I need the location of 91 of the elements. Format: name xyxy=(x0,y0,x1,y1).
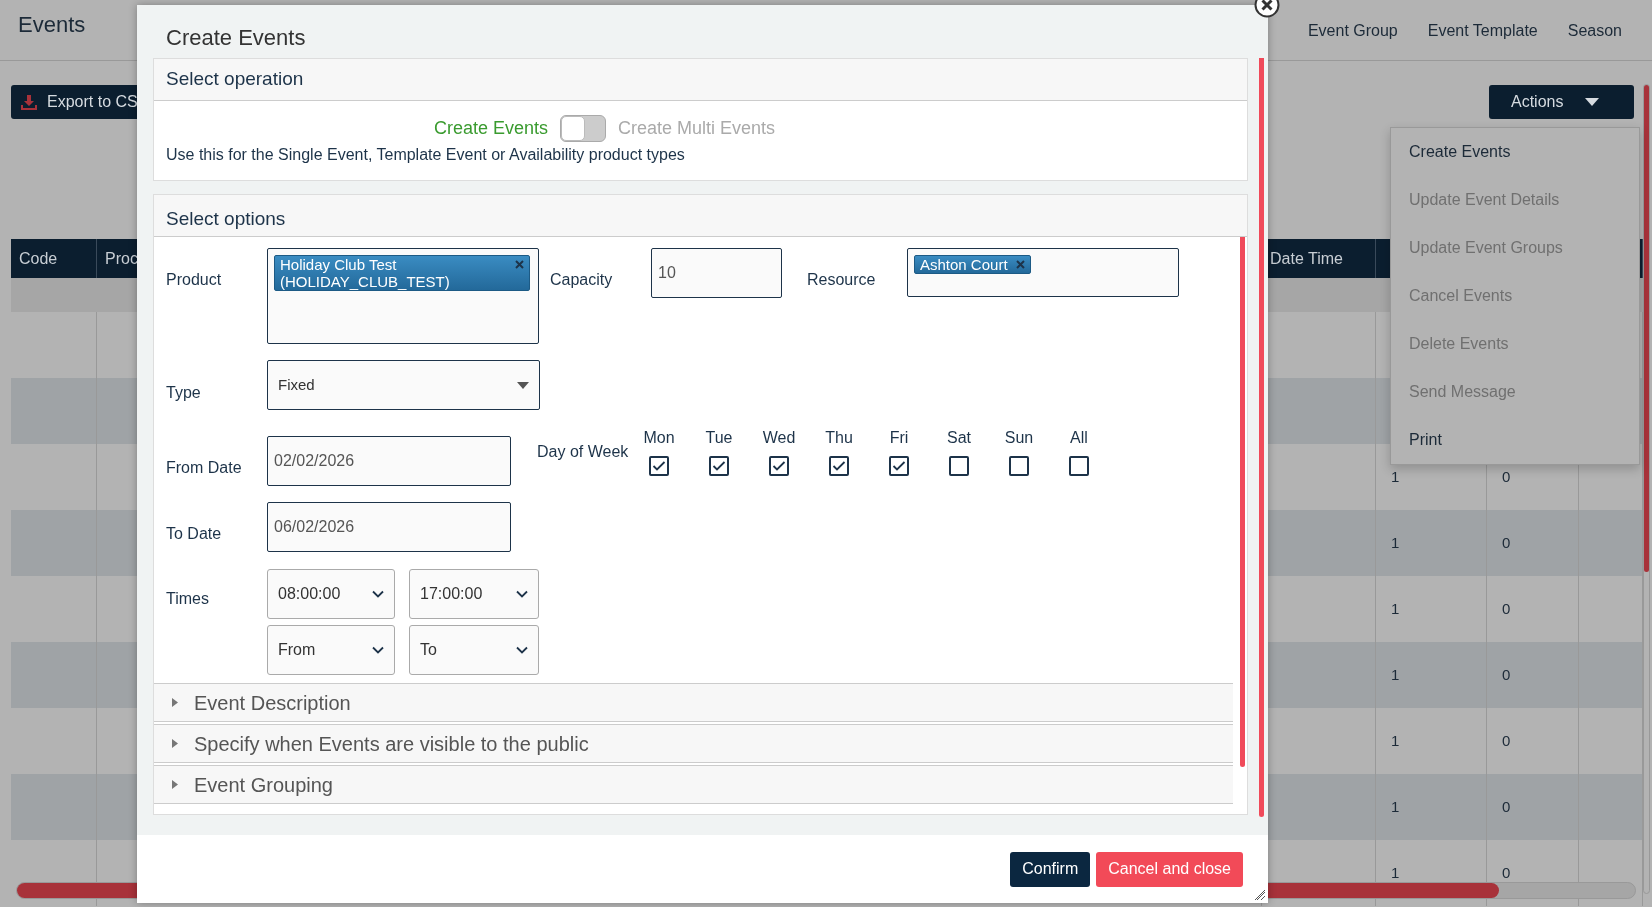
field-label: Times xyxy=(166,589,210,609)
field-label: Day of Week xyxy=(537,442,629,462)
day-checkbox[interactable] xyxy=(889,456,909,476)
field-label: Product xyxy=(166,270,223,290)
field-label: Capacity xyxy=(550,270,614,290)
text-input[interactable]: 10 xyxy=(651,248,782,298)
accordion-header[interactable]: Event Grouping xyxy=(154,765,1233,804)
table-cell-text: 0 xyxy=(1502,664,1511,685)
confirm-button[interactable]: Confirm xyxy=(1010,851,1091,887)
table-cell-text: 1 xyxy=(1391,598,1400,619)
remove-icon[interactable] xyxy=(515,260,524,269)
day-label: Wed xyxy=(762,428,796,448)
day-label: All xyxy=(1070,428,1088,448)
checkmark-icon xyxy=(892,460,906,472)
table-cell-text: 1 xyxy=(1391,796,1400,817)
caret-icon xyxy=(517,381,529,389)
table-cell-text: 1 xyxy=(1391,730,1400,751)
time-select[interactable]: 17:00:00 xyxy=(409,569,539,619)
dropdown-caret-icon xyxy=(372,590,384,598)
options-scrollbar[interactable] xyxy=(1240,237,1245,767)
type-select[interactable]: Fixed xyxy=(267,360,540,410)
text-input[interactable]: 06/02/2026 xyxy=(267,502,511,552)
caret-icon xyxy=(1585,98,1600,106)
checkmark-icon xyxy=(772,460,786,472)
operation-toggle[interactable] xyxy=(560,115,607,142)
day-label: Thu xyxy=(825,428,853,448)
expand-arrow-icon xyxy=(172,780,178,789)
nav-tab[interactable]: Season xyxy=(1567,19,1622,43)
field-label: Resource xyxy=(807,270,877,290)
table-cell-text: 0 xyxy=(1502,598,1511,619)
checkmark-icon xyxy=(652,460,666,472)
column-header[interactable]: Proc xyxy=(105,246,138,271)
table-cell-text: 1 xyxy=(1391,532,1400,553)
day-label: Tue xyxy=(705,428,733,448)
day-checkbox[interactable] xyxy=(949,456,969,476)
column-header[interactable]: Date Time xyxy=(1270,246,1343,271)
day-checkbox[interactable] xyxy=(829,456,849,476)
text-input[interactable]: 02/02/2026 xyxy=(267,436,511,486)
resize-grip-icon[interactable] xyxy=(1254,889,1266,901)
table-cell-text: 1 xyxy=(1391,664,1400,685)
product-multiselect[interactable]: Holiday Club Test (HOLIDAY_CLUB_TEST) xyxy=(267,248,539,344)
actions-button[interactable]: Actions xyxy=(1489,85,1634,119)
day-checkbox[interactable] xyxy=(649,456,669,476)
table-cell-text: 1 xyxy=(1391,466,1400,487)
tag-label: Ashton Court xyxy=(920,256,1008,273)
day-label: Fri xyxy=(889,428,909,448)
checkmark-icon xyxy=(832,460,846,472)
day-label: Sat xyxy=(947,428,971,448)
time-select[interactable]: From xyxy=(267,625,395,675)
accordion-header[interactable]: Specify when Events are visible to the public xyxy=(154,724,1233,763)
field-label: Type xyxy=(166,383,202,403)
toggle-option-label: Create Events xyxy=(434,117,549,140)
accordion-header[interactable]: Event Description xyxy=(154,683,1233,722)
day-label: Sun xyxy=(1004,428,1034,448)
nav-tab[interactable]: Event Group xyxy=(1307,19,1398,43)
operation-description: Use this for the Single Event, Template Event or Availability product types xyxy=(166,146,685,163)
day-checkbox[interactable] xyxy=(1009,456,1029,476)
dropdown-caret-icon xyxy=(516,646,528,654)
time-select[interactable]: To xyxy=(409,625,539,675)
cancel-button[interactable]: Cancel and close xyxy=(1096,851,1243,887)
dropdown-caret-icon xyxy=(516,590,528,598)
panel-heading: Select options xyxy=(166,206,286,231)
day-checkbox[interactable] xyxy=(769,456,789,476)
nav-tab[interactable]: Event Template xyxy=(1427,19,1538,43)
table-cell-text: 0 xyxy=(1502,532,1511,553)
column-header[interactable]: Code xyxy=(19,246,58,271)
table-cell-text: 0 xyxy=(1502,730,1511,751)
checkmark-icon xyxy=(712,460,726,472)
page-title: Events xyxy=(18,10,86,39)
table-cell-text: 0 xyxy=(1502,466,1511,487)
download-icon xyxy=(21,94,37,110)
expand-arrow-icon xyxy=(172,698,178,707)
remove-icon[interactable] xyxy=(1015,260,1025,269)
dialog-scrollbar[interactable] xyxy=(1259,58,1264,817)
day-checkbox[interactable] xyxy=(1069,456,1089,476)
dropdown-caret-icon xyxy=(372,646,384,654)
resource-multiselect[interactable]: Ashton Court xyxy=(907,248,1179,297)
table-cell-text: 0 xyxy=(1502,796,1511,817)
table-cell-text: 0 xyxy=(1502,862,1511,883)
field-label: To Date xyxy=(166,524,223,544)
table-cell-text: 1 xyxy=(1391,862,1400,883)
field-label: From Date xyxy=(166,458,243,478)
tag-label: Holiday Club Test (HOLIDAY_CLUB_TEST) xyxy=(280,256,451,290)
day-checkbox[interactable] xyxy=(709,456,729,476)
time-select[interactable]: 08:00:00 xyxy=(267,569,395,619)
menu-item[interactable]: Print xyxy=(1391,416,1639,464)
toggle-option-label: Create Multi Events xyxy=(618,117,776,140)
day-label: Mon xyxy=(643,428,675,448)
dialog-title: Create Events xyxy=(166,25,306,50)
menu-item[interactable]: Create Events xyxy=(1391,128,1639,176)
expand-arrow-icon xyxy=(172,739,178,748)
